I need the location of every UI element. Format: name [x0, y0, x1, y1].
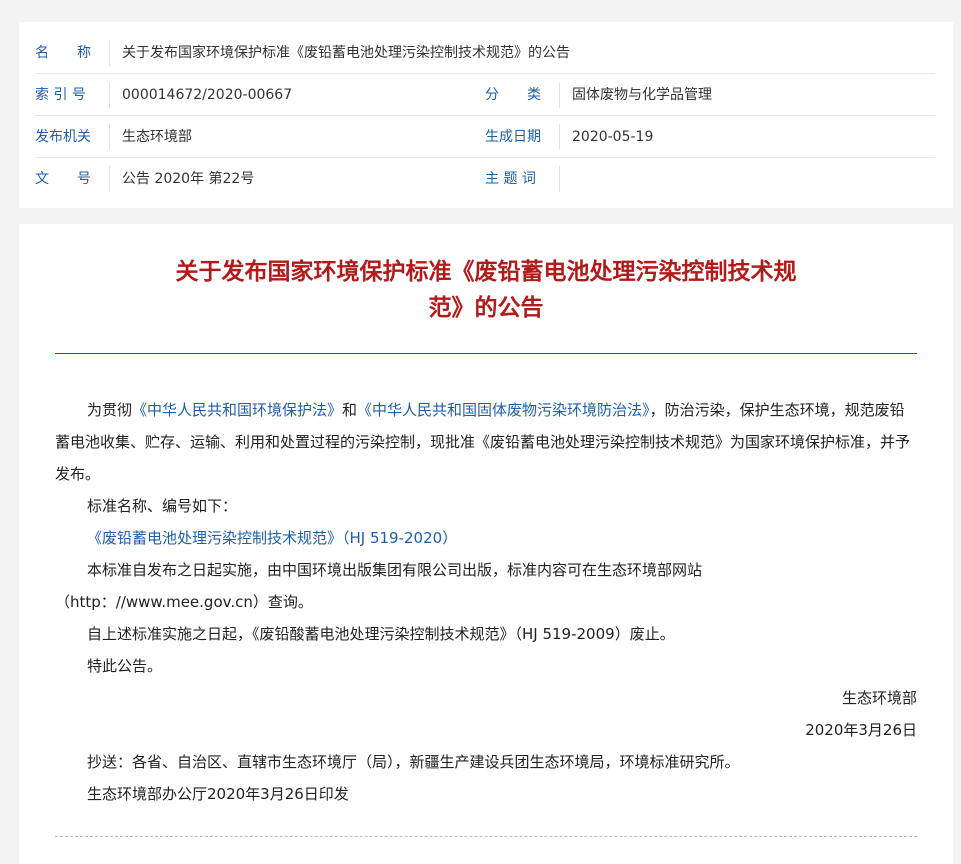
index-label: 索 引 号 [35, 87, 86, 103]
intro-text: 为贯彻 [87, 401, 133, 419]
name-label: 名 称 [35, 45, 91, 61]
issuer-label: 发布机关 [35, 129, 91, 145]
docno-value: 公告 2020年 第22号 [122, 171, 255, 187]
divider [109, 124, 110, 150]
issuer-value: 生态环境部 [122, 129, 192, 145]
meta-row-index: 索 引 号 000014672/2020-00667 分 类 固体废物与化学品管… [19, 74, 953, 116]
divider [559, 82, 560, 108]
paragraph-website: （http：//www.mee.gov.cn）查询。 [55, 593, 313, 611]
signature-date: 2020年3月26日 [805, 721, 917, 739]
paragraph-closing: 特此公告。 [87, 657, 163, 675]
keywords-label: 主 题 词 [485, 171, 536, 187]
title-line-1: 关于发布国家环境保护标准《废铅蓄电池处理污染控制技术规 [175, 259, 797, 285]
link-solid-waste-law[interactable]: 《中华人民共和国固体废物污染环境防治法》 [357, 401, 650, 419]
footer-divider [55, 836, 917, 837]
docno-label: 文 号 [35, 171, 91, 187]
paragraph-standard-list: 标准名称、编号如下： [87, 497, 238, 515]
paragraph-cc: 抄送：各省、自治区、直辖市生态环境厅（局），新疆生产建设兵团生态环境局，环境标准… [87, 753, 740, 771]
paragraph-implementation: 本标准自发布之日起实施，由中国环境出版集团有限公司出版，标准内容可在生态环境部网… [87, 561, 703, 579]
document-title: 关于发布国家环境保护标准《废铅蓄电池处理污染控制技术规 范》的公告 [89, 254, 883, 326]
meta-row-docno: 文 号 公告 2020年 第22号 主 题 词 [19, 158, 953, 200]
divider [559, 166, 560, 192]
paragraph-standard-link: 《废铅蓄电池处理污染控制技术规范》（HJ 519-2020） [55, 522, 917, 554]
meta-row-name: 名 称 关于发布国家环境保护标准《废铅蓄电池处理污染控制技术规范》的公告 [19, 32, 953, 74]
name-value: 关于发布国家环境保护标准《废铅蓄电池处理污染控制技术规范》的公告 [122, 45, 570, 61]
divider [559, 124, 560, 150]
link-hj-519-2020[interactable]: 《废铅蓄电池处理污染控制技术规范》（HJ 519-2020） [87, 529, 457, 547]
signature: 生态环境部 [841, 689, 917, 707]
divider [109, 166, 110, 192]
divider [109, 40, 110, 66]
title-line-2: 范》的公告 [428, 295, 544, 321]
date-value: 2020-05-19 [572, 129, 654, 145]
meta-row-issuer: 发布机关 生态环境部 生成日期 2020-05-19 [19, 116, 953, 158]
document-body: 为贯彻《中华人民共和国环境保护法》和《中华人民共和国固体废物污染环境防治法》，防… [55, 394, 917, 810]
metadata-panel: 名 称 关于发布国家环境保护标准《废铅蓄电池处理污染控制技术规范》的公告 索 引… [19, 22, 953, 208]
keywords-value [572, 158, 932, 200]
category-value: 固体废物与化学品管理 [572, 87, 712, 103]
paragraph-intro: 为贯彻《中华人民共和国环境保护法》和《中华人民共和国固体废物污染环境防治法》，防… [55, 394, 917, 490]
paragraph-print-note: 生态环境部办公厅2020年3月26日印发 [87, 785, 349, 803]
intro-text: 和 [342, 401, 358, 419]
index-value: 000014672/2020-00667 [122, 87, 293, 103]
link-environmental-protection-law[interactable]: 《中华人民共和国环境保护法》 [132, 401, 342, 419]
category-label: 分 类 [485, 87, 541, 103]
date-label: 生成日期 [485, 129, 541, 145]
title-divider [55, 353, 917, 354]
paragraph-repeal: 自上述标准实施之日起，《废铅酸蓄电池处理污染控制技术规范》（HJ 519-200… [87, 625, 675, 643]
document-panel: 关于发布国家环境保护标准《废铅蓄电池处理污染控制技术规 范》的公告 为贯彻《中华… [19, 224, 953, 864]
divider [109, 82, 110, 108]
